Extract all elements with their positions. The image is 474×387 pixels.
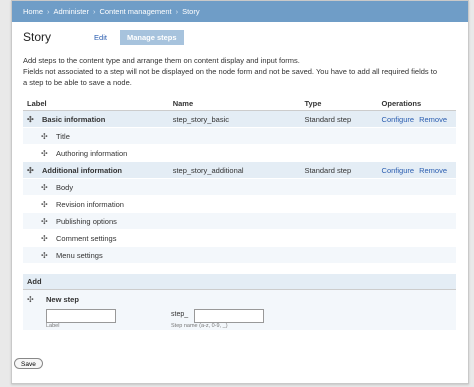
tab-manage-steps[interactable]: Manage steps [119, 29, 184, 45]
breadcrumb-separator: › [175, 7, 179, 16]
row-label-cell: ✣ Title [23, 127, 456, 145]
step-name-input[interactable] [194, 309, 264, 323]
row-type: Standard step [300, 110, 378, 128]
row-label-cell: ✣ Revision information [23, 195, 456, 213]
row-label: Comment settings [56, 233, 117, 243]
row-label-cell: ✣ Body [23, 178, 456, 196]
row-label: Authoring information [56, 148, 128, 158]
add-step-section: Add ✣ New step Label step_ Step name (a-… [23, 274, 456, 330]
table-row: ✣ Menu settings [23, 246, 456, 264]
steps-table: Label Name Type Operations ✣ Basic inform… [23, 96, 456, 264]
table-row: ✣ Title [23, 127, 456, 145]
row-type: Standard step [300, 161, 378, 179]
row-name: step_story_basic [168, 110, 301, 128]
configure-link[interactable]: Configure [382, 166, 415, 175]
row-label: Title [56, 131, 70, 141]
step-label-input[interactable] [46, 309, 116, 323]
table-row: ✣ Basic information step_story_basic Stan… [23, 110, 456, 128]
page-frame: Home › Administer › Content management ›… [11, 0, 469, 384]
row-label: Additional information [42, 165, 122, 175]
move-handle-icon[interactable]: ✣ [41, 149, 50, 158]
row-label: Publishing options [56, 216, 117, 226]
tab-edit[interactable]: Edit [87, 30, 114, 45]
breadcrumb-story[interactable]: Story [182, 7, 200, 16]
table-row: ✣ Authoring information [23, 144, 456, 162]
save-button[interactable]: Save [14, 358, 43, 369]
move-handle-icon[interactable]: ✣ [41, 234, 50, 243]
row-label: Menu settings [56, 250, 103, 260]
row-label-cell: ✣ Authoring information [23, 144, 456, 162]
row-label-cell: ✣ Menu settings [23, 246, 456, 264]
description-line: Add steps to the content type and arrang… [23, 56, 300, 65]
step-label-caption: Label [46, 323, 60, 329]
page-title: Story [23, 30, 52, 44]
add-header: Add [23, 274, 456, 290]
breadcrumb-administer[interactable]: Administer [54, 7, 89, 16]
header-operations: Operations [377, 96, 456, 111]
row-operations: Configure Remove [377, 161, 456, 179]
new-step-label: New step [46, 295, 79, 304]
breadcrumb-content-management[interactable]: Content management [99, 7, 171, 16]
row-label-cell: ✣ Basic information [23, 110, 169, 128]
breadcrumb-separator: › [47, 7, 50, 16]
move-handle-icon[interactable]: ✣ [41, 132, 50, 141]
move-handle-icon[interactable]: ✣ [27, 295, 36, 304]
step-name-caption: Step name (a-z, 0-9, _) [171, 323, 228, 329]
remove-link[interactable]: Remove [419, 166, 447, 175]
header-name: Name [168, 96, 301, 111]
move-handle-icon[interactable]: ✣ [41, 200, 50, 209]
header-label: Label [23, 96, 169, 111]
move-handle-icon[interactable]: ✣ [27, 115, 36, 124]
row-label-cell: ✣ Publishing options [23, 212, 456, 230]
move-handle-icon[interactable]: ✣ [41, 251, 50, 260]
remove-link[interactable]: Remove [419, 115, 447, 124]
row-label-cell: ✣ Comment settings [23, 229, 456, 247]
row-label: Basic information [42, 114, 106, 124]
table-row: ✣ Additional information step_story_addit… [23, 161, 456, 179]
table-row: ✣ Publishing options [23, 212, 456, 230]
breadcrumb: Home › Administer › Content management ›… [12, 1, 468, 22]
move-handle-icon[interactable]: ✣ [41, 217, 50, 226]
header-type: Type [300, 96, 378, 111]
row-label: Revision information [56, 199, 124, 209]
breadcrumb-home[interactable]: Home [23, 7, 43, 16]
description-line: Fields not associated to a step will not… [23, 67, 438, 76]
table-row: ✣ Body [23, 178, 456, 196]
move-handle-icon[interactable]: ✣ [41, 183, 50, 192]
title-bar: Story Edit Manage steps [12, 22, 468, 52]
add-step-row: ✣ New step Label step_ Step name (a-z, 0… [23, 290, 456, 330]
row-name: step_story_additional [168, 161, 301, 179]
description-line: a step to be able to save a node. [23, 78, 132, 87]
table-row: ✣ Revision information [23, 195, 456, 213]
row-operations: Configure Remove [377, 110, 456, 128]
step-name-prefix: step_ [171, 311, 189, 318]
table-header-row: Label Name Type Operations [23, 96, 456, 111]
row-label: Body [56, 182, 74, 192]
breadcrumb-separator: › [92, 7, 96, 16]
table-row: ✣ Comment settings [23, 229, 456, 247]
page-description: Add steps to the content type and arrang… [12, 55, 468, 88]
row-label-cell: ✣ Additional information [23, 161, 169, 179]
configure-link[interactable]: Configure [382, 115, 415, 124]
move-handle-icon[interactable]: ✣ [27, 166, 36, 175]
